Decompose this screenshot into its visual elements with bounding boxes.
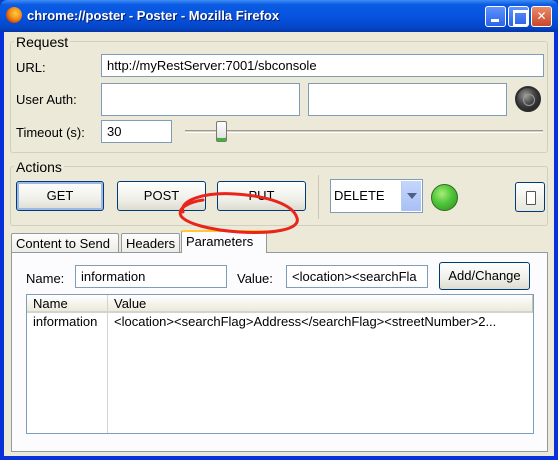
url-label: URL:: [16, 60, 46, 75]
auth-username-input[interactable]: [101, 83, 300, 116]
parameters-table: Name Value information <location><search…: [26, 294, 534, 434]
timeout-label: Timeout (s):: [16, 125, 85, 140]
request-group-label: Request: [14, 34, 71, 50]
timeout-slider-thumb[interactable]: [216, 121, 228, 142]
get-button[interactable]: GET: [16, 181, 104, 211]
column-header-value[interactable]: Value: [108, 295, 533, 313]
param-name-label: Name:: [26, 271, 65, 286]
user-auth-label: User Auth:: [16, 92, 77, 107]
window-title: chrome://poster - Poster - Mozilla Firef…: [27, 8, 280, 23]
add-change-button[interactable]: Add/Change: [439, 262, 530, 290]
timeout-input[interactable]: 30: [101, 120, 172, 143]
tab-content-to-send[interactable]: Content to Send: [11, 233, 119, 253]
chevron-down-icon[interactable]: [401, 181, 421, 211]
auth-password-input[interactable]: [308, 83, 507, 116]
title-bar[interactable]: chrome://poster - Poster - Mozilla Firef…: [0, 0, 558, 32]
poster-panel: Request URL: http://myRestServer:7001/sb…: [4, 32, 554, 456]
url-input[interactable]: http://myRestServer:7001/sbconsole: [101, 54, 544, 77]
column-header-name[interactable]: Name: [27, 295, 108, 313]
row-value-cell: <location><searchFlag>Address</searchFla…: [114, 314, 497, 329]
tab-headers[interactable]: Headers: [121, 233, 180, 253]
close-button[interactable]: ✕: [531, 6, 552, 27]
settings-toggle-button[interactable]: [515, 182, 545, 212]
actions-divider: [318, 175, 319, 219]
param-value-label: Value:: [237, 271, 273, 286]
tab-parameters[interactable]: Parameters: [181, 230, 267, 253]
param-value-input[interactable]: <location><searchFla: [286, 265, 428, 288]
firefox-icon: [6, 7, 22, 23]
param-name-input[interactable]: information: [75, 265, 227, 288]
submit-status-icon[interactable]: [431, 184, 458, 211]
auth-status-icon[interactable]: [515, 86, 541, 112]
firefox-window: chrome://poster - Poster - Mozilla Firef…: [0, 0, 558, 460]
table-row[interactable]: information <location><searchFlag>Addres…: [27, 313, 533, 331]
row-name-cell: information: [33, 314, 98, 329]
post-button[interactable]: POST: [117, 181, 206, 211]
maximize-button[interactable]: [508, 6, 529, 27]
timeout-slider-track[interactable]: [185, 130, 543, 133]
minimize-button[interactable]: [485, 6, 506, 27]
actions-group-label: Actions: [14, 159, 64, 175]
put-button[interactable]: PUT: [217, 181, 306, 211]
